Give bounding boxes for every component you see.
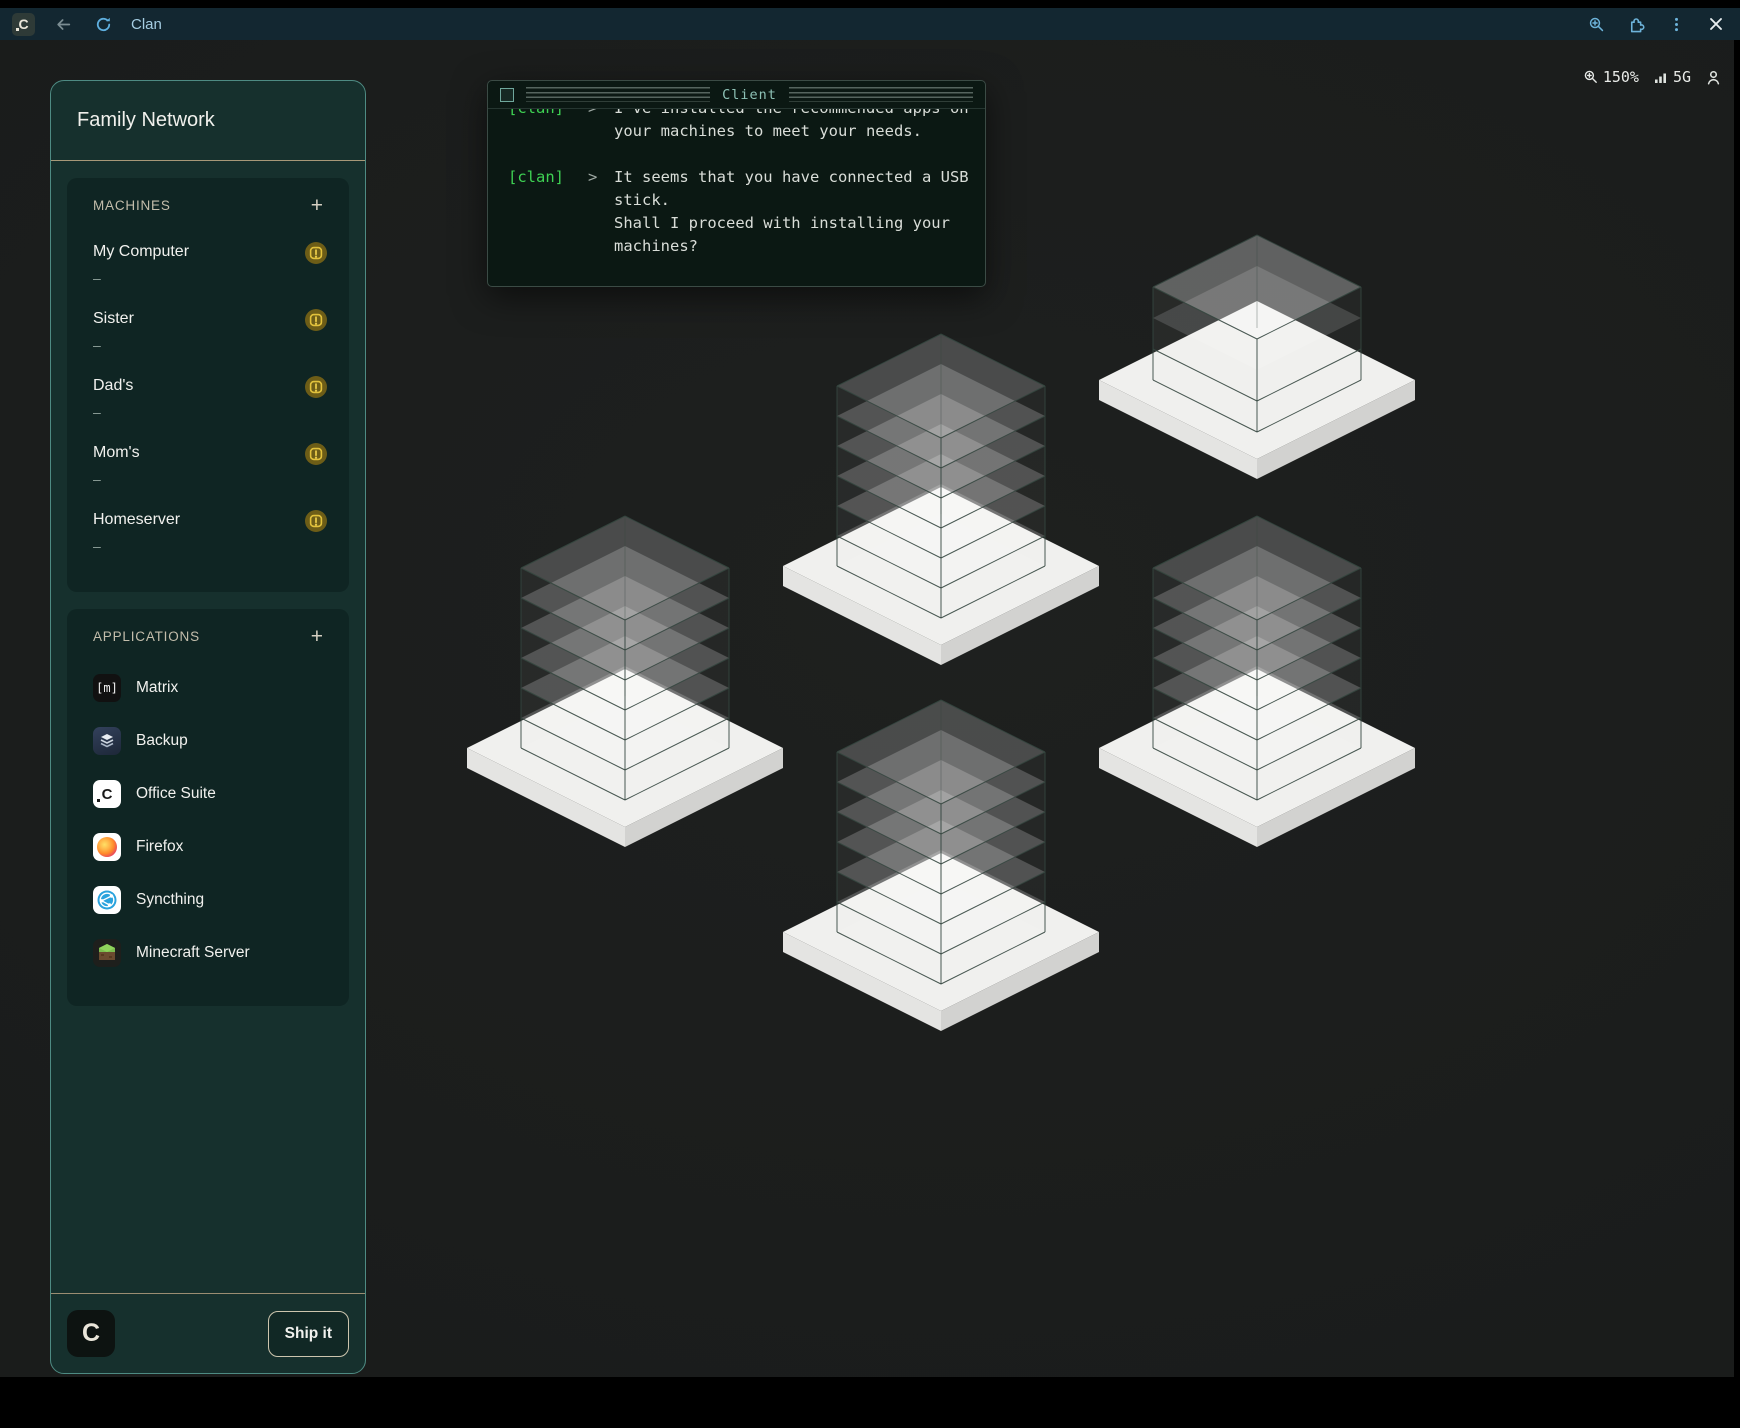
machine-name: Sister [93, 310, 293, 328]
terminal-titlebar[interactable]: Client [488, 81, 985, 109]
status-indicators: 150% 5G [1583, 68, 1722, 86]
machine-item[interactable]: Homeserver – [93, 511, 323, 554]
clan-footer-glyph: C [82, 1321, 100, 1346]
back-icon[interactable] [51, 12, 75, 36]
terminal-title: Client [722, 87, 777, 103]
clan-logo-dot [16, 28, 19, 31]
machine-item[interactable]: My Computer – [93, 243, 323, 286]
machine-node-2[interactable] [783, 334, 1099, 665]
warning-badge-icon [305, 376, 327, 398]
machine-item[interactable]: Mom's – [93, 444, 323, 487]
machines-header: MACHINES [93, 198, 171, 213]
message-text: It seems that you have connected a USBst… [614, 166, 985, 258]
ship-it-button[interactable]: Ship it [268, 1311, 349, 1357]
window-control-icon[interactable] [500, 88, 514, 102]
account-indicator[interactable] [1705, 69, 1722, 86]
application-name: Office Suite [136, 785, 216, 803]
titlebar-stripes-right [789, 87, 973, 102]
machine-name: Homeserver [93, 511, 293, 529]
machine-node-1[interactable] [1099, 235, 1415, 479]
warning-badge-icon [305, 443, 327, 465]
network-value: 5G [1673, 68, 1691, 86]
clan-footer-logo-icon: C [67, 1310, 115, 1357]
extensions-icon[interactable] [1624, 12, 1648, 36]
message-separator: > [570, 109, 614, 143]
terminal-body[interactable]: [clan]>I've installed the recommended ap… [488, 109, 985, 286]
zoom-indicator: 150% [1583, 68, 1639, 86]
matrix-icon: [m] [93, 674, 121, 702]
network-title: Family Network [51, 81, 365, 161]
signal-icon [1653, 69, 1669, 85]
message-prefix: [clan] [508, 109, 570, 143]
application-name: Minecraft Server [136, 944, 250, 962]
machine-node-4[interactable] [1099, 516, 1415, 847]
add-application-button[interactable]: + [311, 630, 323, 644]
minecraft-icon [93, 939, 121, 967]
application-item[interactable]: [m] Matrix [93, 674, 323, 702]
office-suite-icon: C [93, 780, 121, 808]
machine-status: – [93, 337, 293, 353]
backup-icon [93, 727, 121, 755]
machines-panel: MACHINES + My Computer – Sister – Dad's … [67, 178, 349, 592]
zoom-in-icon[interactable] [1584, 12, 1608, 36]
clan-logo-glyph: C [18, 17, 28, 31]
refresh-icon[interactable] [91, 12, 115, 36]
syncthing-icon [93, 886, 121, 914]
add-machine-button[interactable]: + [311, 199, 323, 213]
browser-chrome: C Clan [0, 8, 1740, 40]
applications-panel: APPLICATIONS + [m] Matrix Backup C Offic… [67, 609, 349, 1006]
application-item[interactable]: C Office Suite [93, 780, 323, 808]
message-prefix: [clan] [508, 166, 570, 258]
machine-name: Dad's [93, 377, 293, 395]
message-separator: > [570, 166, 614, 258]
client-terminal-window: Client [clan]>I've installed the recomme… [487, 80, 986, 287]
menu-icon[interactable] [1664, 12, 1688, 36]
zoom-level-value: 150% [1603, 68, 1639, 86]
application-item[interactable]: Backup [93, 727, 323, 755]
warning-badge-icon [305, 309, 327, 331]
terminal-message: [clan]>I've installed the recommended ap… [508, 109, 985, 143]
machine-node-5[interactable] [783, 700, 1099, 1031]
screen: C Clan 150% 5G [0, 0, 1740, 1428]
network-indicator: 5G [1653, 68, 1691, 86]
machine-name: Mom's [93, 444, 293, 462]
application-name: Firefox [136, 838, 183, 856]
clan-logo-icon: C [12, 13, 35, 36]
titlebar-stripes-left [526, 87, 710, 102]
machine-status: – [93, 270, 293, 286]
machine-node-3[interactable] [467, 516, 783, 847]
applications-list: [m] Matrix Backup C Office Suite Firefox… [93, 674, 323, 967]
message-text: I've installed the recommended apps onyo… [614, 109, 985, 143]
warning-badge-icon [305, 510, 327, 532]
machine-item[interactable]: Dad's – [93, 377, 323, 420]
firefox-icon [93, 833, 121, 861]
applications-header: APPLICATIONS [93, 629, 200, 644]
machine-status: – [93, 471, 293, 487]
terminal-message: [clan]>It seems that you have connected … [508, 166, 985, 258]
magnifier-icon [1583, 69, 1599, 85]
machine-status: – [93, 538, 293, 554]
machine-name: My Computer [93, 243, 293, 261]
person-icon [1705, 69, 1722, 86]
application-name: Syncthing [136, 891, 204, 909]
application-name: Matrix [136, 679, 178, 697]
application-item[interactable]: Syncthing [93, 886, 323, 914]
page-title: Clan [131, 16, 162, 33]
machine-status: – [93, 404, 293, 420]
sidebar-footer: C Ship it [51, 1293, 365, 1373]
sidebar: Family Network MACHINES + My Computer – … [50, 80, 366, 1374]
application-item[interactable]: Firefox [93, 833, 323, 861]
close-icon[interactable] [1704, 12, 1728, 36]
machines-list: My Computer – Sister – Dad's – Mom's [93, 243, 323, 554]
application-name: Backup [136, 732, 188, 750]
warning-badge-icon [305, 242, 327, 264]
machine-item[interactable]: Sister – [93, 310, 323, 353]
application-item[interactable]: Minecraft Server [93, 939, 323, 967]
